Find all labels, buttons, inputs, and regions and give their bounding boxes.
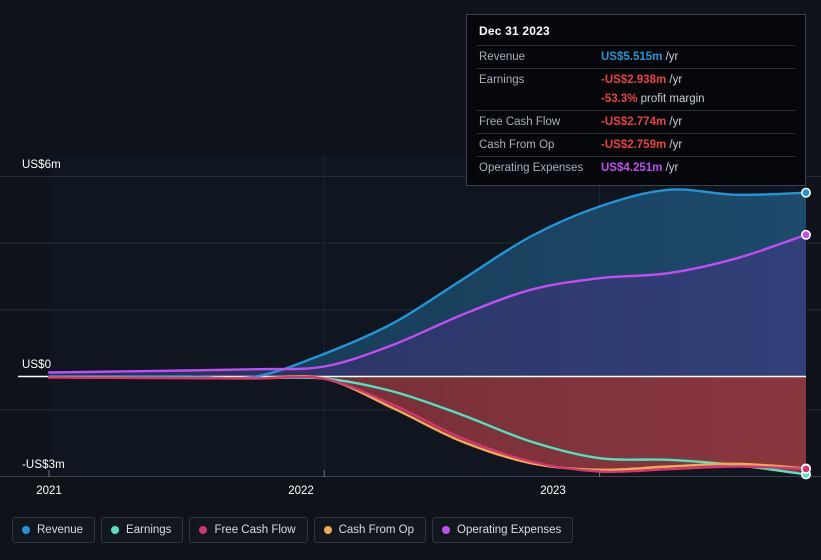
tooltip-row-key: Earnings [479, 74, 525, 86]
tooltip-row-value: -US$2.938m /yr [601, 74, 682, 86]
tooltip-row: Cash From Op -US$2.759m /yr [477, 133, 795, 156]
tooltip-row-unit: /yr [662, 51, 679, 63]
tooltip-row-amount: US$5.515m [601, 51, 663, 63]
chart-legend: Revenue Earnings Free Cash Flow Cash From O… [12, 517, 574, 543]
y-axis-label-zero: US$0 [22, 359, 52, 371]
plot-left-margin [0, 155, 49, 476]
legend-item-label: Operating Expenses [457, 524, 562, 536]
legend-color-dot-icon [111, 526, 120, 534]
legend-item-label: Free Cash Flow [214, 524, 296, 536]
tooltip-row-value: US$4.251m /yr [601, 162, 678, 174]
y-axis-label-bottom: -US$3m [22, 459, 65, 471]
tooltip-row-unit: profit margin [637, 93, 705, 105]
legend-color-dot-icon [22, 526, 30, 534]
tooltip-row: Operating Expenses US$4.251m /yr [477, 156, 795, 179]
endpoint-marker-operating-expenses[interactable] [800, 229, 811, 240]
tooltip-row-key: Cash From Op [479, 139, 555, 151]
data-tooltip: Dec 31 2023 Revenue US$5.515m /yr Earnings… [466, 14, 806, 186]
legend-item-earnings[interactable]: Earnings [101, 517, 184, 543]
legend-item-label: Cash From Op [338, 524, 415, 536]
y-axis-label-top: US$6m [22, 159, 61, 171]
tooltip-row-value: -US$2.774m /yr [601, 116, 682, 128]
tooltip-row-amount: US$4.251m [601, 162, 663, 174]
tooltip-rows: Revenue US$5.515m /yr Earnings -US$2.938m /… [477, 45, 795, 179]
legend-item-label: Earnings [126, 524, 172, 536]
x-axis-label-2021: 2021 [36, 485, 62, 497]
endpoint-marker-free-cash-flow[interactable] [800, 463, 811, 474]
tooltip-row: Revenue US$5.515m /yr [477, 45, 795, 68]
tooltip-row-key: Operating Expenses [479, 162, 584, 174]
tooltip-row-value: -53.3% profit margin [601, 93, 705, 105]
tooltip-row: -53.3% profit margin [477, 91, 795, 110]
tooltip-row-value: -US$2.759m /yr [601, 139, 682, 151]
tooltip-row-key: Free Cash Flow [479, 116, 561, 128]
x-axis-label-2022: 2022 [288, 485, 314, 497]
chart-page: US$6m US$0 -US$3m 2021 2022 2023 Dec 31 … [0, 0, 821, 560]
legend-item-cash-from-op[interactable]: Cash From Op [313, 517, 427, 543]
x-axis-label-2023: 2023 [540, 485, 566, 497]
legend-item-operating-expenses[interactable]: Operating Expenses [432, 517, 574, 543]
tooltip-row-amount: -US$2.759m [601, 139, 667, 151]
legend-color-dot-icon [323, 526, 332, 534]
tooltip-row-key: Revenue [479, 51, 526, 63]
legend-color-dot-icon [442, 526, 451, 534]
tooltip-row: Earnings -US$2.938m /yr [477, 68, 795, 91]
legend-item-label: Revenue [37, 524, 84, 536]
tooltip-date: Dec 31 2023 [479, 24, 550, 38]
tooltip-row-amount: -US$2.938m [601, 74, 667, 86]
tooltip-row-amount: -US$2.774m [601, 116, 667, 128]
tooltip-row-value: US$5.515m /yr [601, 51, 678, 63]
tooltip-row-unit: /yr [666, 74, 683, 86]
endpoint-marker-revenue[interactable] [800, 187, 811, 198]
tooltip-row-amount: -53.3% [601, 93, 638, 105]
tooltip-row-unit: /yr [666, 116, 683, 128]
legend-color-dot-icon [199, 526, 208, 534]
tooltip-row-unit: /yr [662, 162, 679, 174]
tooltip-row: Free Cash Flow -US$2.774m /yr [477, 110, 795, 133]
legend-item-revenue[interactable]: Revenue [12, 517, 96, 543]
legend-item-free-cash-flow[interactable]: Free Cash Flow [189, 517, 308, 543]
plot-right-margin [806, 155, 821, 476]
tooltip-row-unit: /yr [666, 139, 683, 151]
